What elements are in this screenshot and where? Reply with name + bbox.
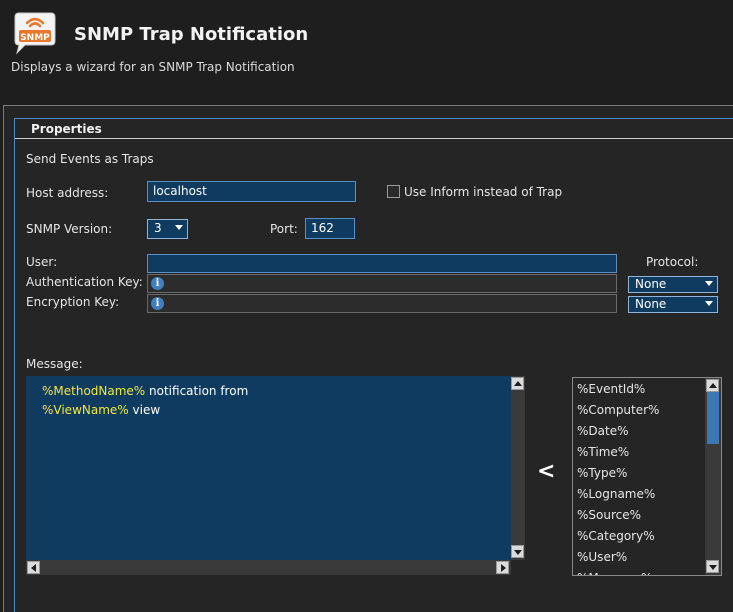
info-icon: i <box>151 277 164 290</box>
variables-scroll-thumb[interactable] <box>707 392 719 444</box>
variable-item[interactable]: %User% <box>573 547 705 568</box>
message-text: view <box>128 403 161 417</box>
variables-list[interactable]: %EventId% %Computer% %Date% %Time% %Type% %Lo… <box>572 377 722 576</box>
message-line: %ViewName% view <box>42 401 495 420</box>
chevron-down-icon <box>705 281 713 286</box>
host-address-input[interactable]: localhost <box>147 181 356 202</box>
message-line: %MethodName% notification from <box>42 382 495 401</box>
encryption-protocol-select[interactable]: None <box>628 296 718 313</box>
variable-item[interactable]: %Logname% <box>573 484 705 505</box>
user-label: User: <box>26 255 58 269</box>
scroll-left-button[interactable] <box>27 561 40 574</box>
page-subtitle: Displays a wizard for an SNMP Trap Notif… <box>11 60 295 74</box>
message-vertical-scrollbar[interactable] <box>511 376 525 560</box>
scroll-down-button[interactable] <box>706 560 719 573</box>
variables-items: %EventId% %Computer% %Date% %Time% %Type% %Lo… <box>573 379 705 575</box>
info-icon: i <box>151 297 164 310</box>
properties-panel-header <box>15 119 733 139</box>
snmp-version-label: SNMP Version: <box>26 222 113 236</box>
arrow-left-icon <box>31 564 36 572</box>
variable-item[interactable]: %Date% <box>573 421 705 442</box>
snmp-version-select[interactable]: 3 <box>147 219 188 239</box>
use-inform-label: Use Inform instead of Trap <box>404 185 563 199</box>
authentication-key-label: Authentication Key: <box>26 275 143 289</box>
arrow-down-icon <box>709 565 717 570</box>
snmp-logo-icon: SNMP <box>11 11 57 55</box>
port-input[interactable]: 162 <box>305 218 355 239</box>
page-title: SNMP Trap Notification <box>74 24 309 45</box>
message-label: Message: <box>26 357 83 371</box>
arrow-right-icon <box>501 564 506 572</box>
scroll-up-button[interactable] <box>511 377 524 390</box>
use-inform-checkbox[interactable] <box>387 185 400 198</box>
encryption-protocol-value: None <box>635 297 667 311</box>
variable-item[interactable]: %Type% <box>573 463 705 484</box>
properties-title: Properties <box>31 122 102 136</box>
authentication-protocol-select[interactable]: None <box>628 276 718 293</box>
scroll-right-button[interactable] <box>496 561 509 574</box>
variable-item[interactable]: %Message% <box>573 568 705 575</box>
svg-text:SNMP: SNMP <box>20 33 50 43</box>
host-address-label: Host address: <box>26 186 109 200</box>
chevron-down-icon <box>175 225 183 230</box>
protocol-label: Protocol: <box>646 255 699 269</box>
message-editor[interactable]: %MethodName% notification from %ViewName… <box>26 376 511 560</box>
arrow-down-icon <box>514 550 522 555</box>
user-input[interactable] <box>147 254 617 273</box>
message-variable: %ViewName% <box>42 403 129 417</box>
message-horizontal-scrollbar[interactable] <box>26 560 511 575</box>
arrow-up-icon <box>514 381 522 386</box>
variable-item[interactable]: %Category% <box>573 526 705 547</box>
header: SNMP SNMP Trap Notification Displays a w… <box>0 0 733 96</box>
message-variable: %MethodName% <box>42 384 146 398</box>
snmp-version-value: 3 <box>154 221 162 235</box>
variable-item[interactable]: %Time% <box>573 442 705 463</box>
section-label: Send Events as Traps <box>26 152 154 166</box>
authentication-protocol-value: None <box>635 277 667 291</box>
variable-item[interactable]: %Computer% <box>573 400 705 421</box>
variable-item[interactable]: %Source% <box>573 505 705 526</box>
scroll-up-button[interactable] <box>706 379 719 392</box>
port-label: Port: <box>270 222 298 236</box>
scroll-down-button[interactable] <box>511 545 524 558</box>
arrow-up-icon <box>709 383 717 388</box>
insert-variable-button[interactable]: < <box>537 461 555 483</box>
authentication-key-input[interactable] <box>147 274 617 293</box>
encryption-key-input[interactable] <box>147 294 617 313</box>
chevron-down-icon <box>705 301 713 306</box>
variable-item[interactable]: %EventId% <box>573 379 705 400</box>
encryption-key-label: Encryption Key: <box>26 295 120 309</box>
message-text: notification from <box>145 384 249 398</box>
